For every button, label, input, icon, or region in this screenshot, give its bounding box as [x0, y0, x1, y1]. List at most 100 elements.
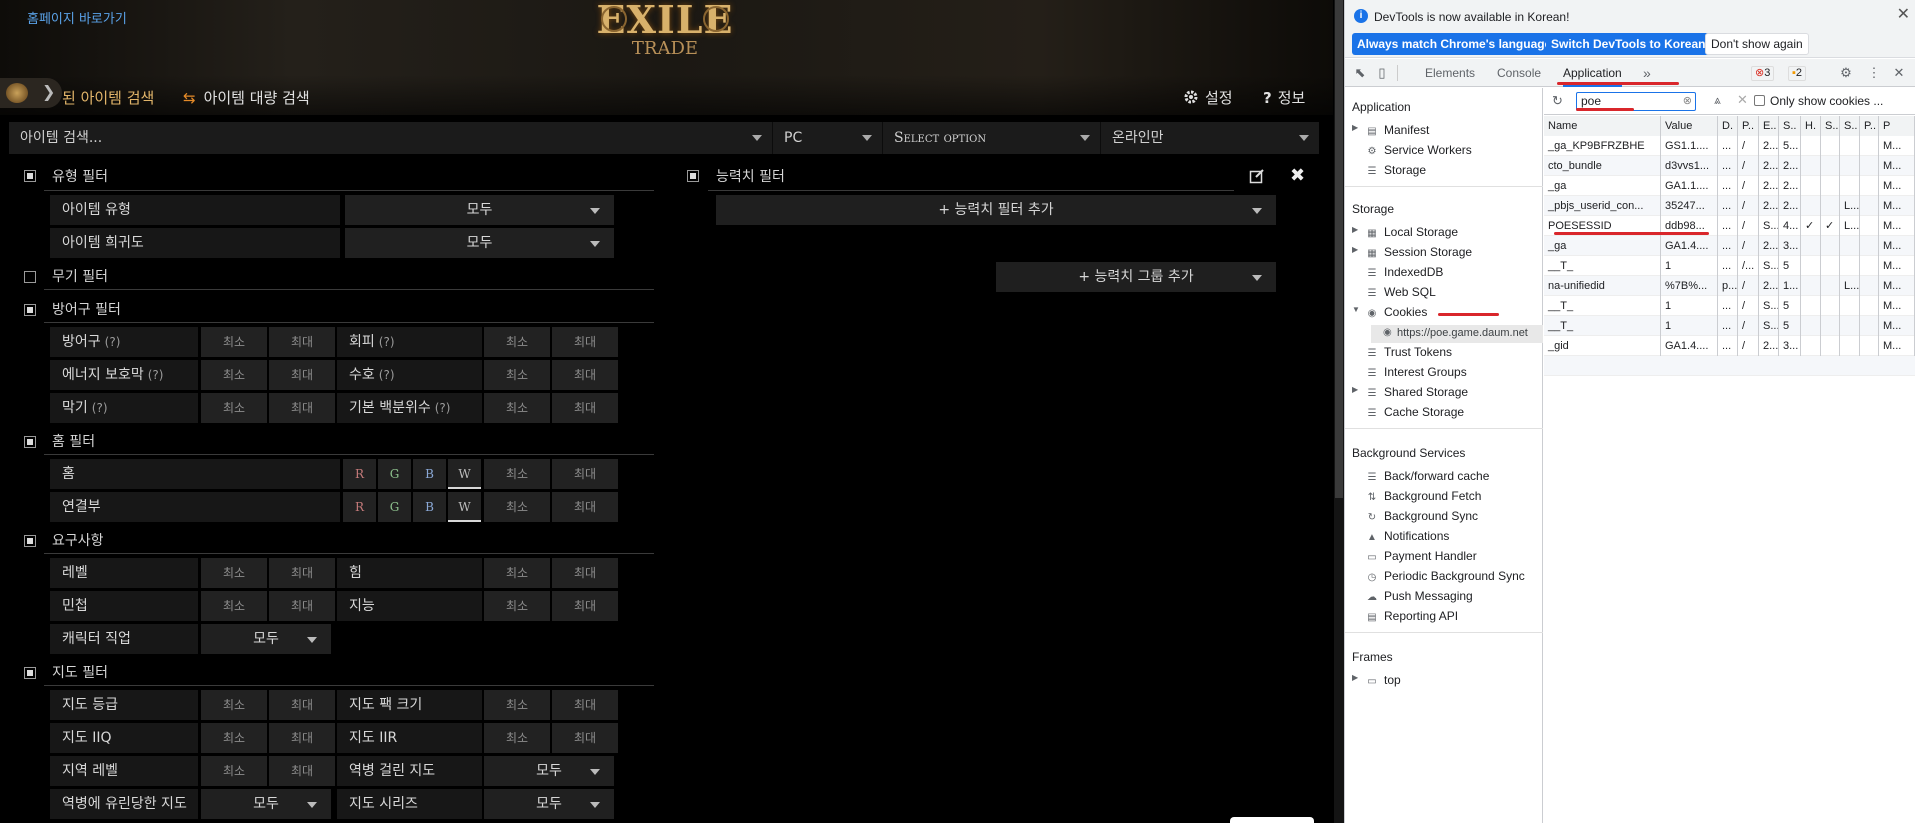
help-tooltip[interactable]: (?) [379, 368, 395, 382]
ward-min-input[interactable]: 최소 [484, 360, 550, 390]
armour-filter-toggle[interactable] [24, 304, 36, 316]
sockets-green-input[interactable]: G [378, 459, 411, 489]
sidebar-item-cache-storage[interactable]: ☰ Cache Storage [1366, 405, 1465, 419]
area-level-max-input[interactable]: 최대 [269, 756, 335, 786]
online-status-select[interactable]: 온라인만 [1101, 122, 1319, 154]
cookie-row[interactable]: _ga GA1.4......./2... 3... M... [1544, 236, 1915, 256]
settings-button[interactable]: 설정 [1183, 87, 1233, 108]
dexterity-max-input[interactable]: 최대 [269, 591, 335, 621]
links-white-input[interactable]: W [448, 492, 481, 522]
expand-arrow-icon[interactable]: ▶ [1352, 673, 1358, 682]
intelligence-max-input[interactable]: 최대 [552, 591, 618, 621]
cookie-row[interactable]: _pbjs_userid_con... 35247....../2... 2... L… [1544, 196, 1915, 216]
intelligence-min-input[interactable]: 최소 [484, 591, 550, 621]
league-select[interactable]: Select option [883, 122, 1101, 154]
sidebar-item-storage[interactable]: ☰ Storage [1366, 163, 1427, 177]
edit-icon[interactable] [1249, 168, 1265, 184]
sidebar-item-interest-groups[interactable]: ☰ Interest Groups [1366, 365, 1467, 379]
weapon-filter-toggle[interactable] [24, 271, 36, 283]
tab-bulk-search[interactable]: ⇆ 아이템 대량 검색 [183, 87, 310, 113]
map-pack-size-min-input[interactable]: 최소 [484, 690, 550, 720]
sidebar-item-web-sql[interactable]: ☰ Web SQL [1366, 285, 1436, 299]
tab-elements[interactable]: Elements [1425, 59, 1475, 87]
cookie-row[interactable]: _ga_KP9BFRZBHE GS1.1......./2... 5... M... [1544, 136, 1915, 156]
sidebar-item-reporting-api[interactable]: ▤ Reporting API [1366, 609, 1458, 623]
column-header[interactable]: P.. [1860, 116, 1879, 136]
column-header[interactable]: S.. [1821, 116, 1840, 136]
sockets-max-input[interactable]: 최대 [552, 459, 618, 489]
match-language-button[interactable]: Always match Chrome's language [1352, 33, 1557, 55]
column-header[interactable]: Value [1661, 116, 1718, 136]
cookie-row[interactable]: __T_ 1.../... S... 5 M... [1544, 256, 1915, 276]
clear-input-icon[interactable]: ⊗ [1683, 93, 1692, 110]
blighted-map-select[interactable]: 모두 [484, 756, 614, 786]
sidebar-item-shared-storage[interactable]: ▶ ☰ Shared Storage [1352, 385, 1468, 399]
help-tooltip[interactable]: (?) [92, 401, 108, 415]
account-avatar-button[interactable]: ❯ [0, 78, 62, 108]
homepage-link[interactable]: 홈페이지 바로가기 [27, 8, 127, 27]
energy-shield-max-input[interactable]: 최대 [269, 360, 335, 390]
column-header[interactable]: P.. [1738, 116, 1759, 136]
strength-min-input[interactable]: 최소 [484, 558, 550, 588]
level-min-input[interactable]: 최소 [201, 558, 267, 588]
filter-icon[interactable]: ⩓ [1714, 93, 1721, 108]
type-filter-toggle[interactable] [24, 170, 36, 182]
sidebar-item-push-messaging[interactable]: ☁ Push Messaging [1366, 589, 1473, 603]
ward-max-input[interactable]: 최대 [552, 360, 618, 390]
sidebar-item-payment-handler[interactable]: ▭ Payment Handler [1366, 549, 1476, 563]
add-stat-group-button[interactable]: + 능력치 그룹 추가 [996, 262, 1276, 292]
map-filter-toggle[interactable] [24, 667, 36, 679]
sockets-white-input[interactable]: W [448, 459, 481, 489]
switch-language-button[interactable]: Switch DevTools to Korean [1546, 33, 1711, 55]
kebab-menu-icon[interactable]: ⋮ [1867, 66, 1881, 80]
links-blue-input[interactable]: B [413, 492, 446, 522]
cookie-row[interactable]: __T_ 1... / S... 5 M... [1544, 296, 1915, 316]
cookie-row[interactable]: __T_ 1... / S... 5 M... [1544, 316, 1915, 336]
sidebar-item-cookie-host[interactable]: ◉ https://poe.game.daum.net [1371, 325, 1543, 343]
block-min-input[interactable]: 최소 [201, 393, 267, 423]
about-button[interactable]: ? 정보 [1263, 87, 1305, 108]
inspect-icon[interactable]: ⬉ [1353, 66, 1367, 80]
strength-max-input[interactable]: 최대 [552, 558, 618, 588]
dexterity-min-input[interactable]: 최소 [201, 591, 267, 621]
links-green-input[interactable]: G [378, 492, 411, 522]
sockets-min-input[interactable]: 최소 [484, 459, 550, 489]
platform-select[interactable]: PC [773, 122, 883, 154]
cookie-row[interactable]: _gid GA1.4......./2... 3... M... [1544, 336, 1915, 356]
column-header[interactable]: E.. [1759, 116, 1779, 136]
sidebar-item-indexeddb[interactable]: ☰ IndexedDB [1366, 265, 1444, 279]
level-max-input[interactable]: 최대 [269, 558, 335, 588]
sidebar-item-periodic-sync[interactable]: ◷ Periodic Background Sync [1366, 569, 1525, 583]
expand-arrow-icon[interactable]: ▶ [1352, 385, 1358, 394]
help-tooltip[interactable]: (?) [435, 401, 451, 415]
gear-icon[interactable]: ⚙ [1839, 66, 1853, 80]
refresh-icon[interactable]: ↻ [1552, 93, 1563, 109]
warning-count-badge[interactable]: ▪2 [1788, 66, 1807, 81]
sidebar-item-background-fetch[interactable]: ⇅ Background Fetch [1366, 489, 1482, 503]
sidebar-item-bfcache[interactable]: ☰ Back/forward cache [1366, 469, 1490, 483]
help-tooltip[interactable]: (?) [379, 335, 395, 349]
links-min-input[interactable]: 최소 [484, 492, 550, 522]
evasion-min-input[interactable]: 최소 [484, 327, 550, 357]
sidebar-item-local-storage[interactable]: ▶ ▦ Local Storage [1352, 225, 1458, 239]
base-percentile-min-input[interactable]: 최소 [484, 393, 550, 423]
sidebar-item-trust-tokens[interactable]: ☰ Trust Tokens [1366, 345, 1453, 359]
error-count-badge[interactable]: ⊗3 [1751, 66, 1775, 81]
sidebar-item-service-workers[interactable]: ⚙ Service Workers [1366, 143, 1472, 157]
map-iiq-min-input[interactable]: 최소 [201, 723, 267, 753]
tab-item-search[interactable]: 된 아이템 검색 [62, 87, 154, 113]
column-header[interactable]: S.. [1779, 116, 1801, 136]
expand-arrow-icon[interactable]: ▶ [1352, 225, 1358, 234]
sidebar-item-cookies[interactable]: ▼ ◉ Cookies [1352, 305, 1427, 319]
sidebar-item-background-sync[interactable]: ↻ Background Sync [1366, 509, 1478, 523]
map-pack-size-max-input[interactable]: 최대 [552, 690, 618, 720]
requirements-filter-toggle[interactable] [24, 535, 36, 547]
map-tier-min-input[interactable]: 최소 [201, 690, 267, 720]
block-max-input[interactable]: 최대 [269, 393, 335, 423]
links-red-input[interactable]: R [343, 492, 376, 522]
armour-min-input[interactable]: 최소 [201, 327, 267, 357]
expand-arrow-icon[interactable]: ▶ [1352, 123, 1358, 132]
energy-shield-min-input[interactable]: 최소 [201, 360, 267, 390]
links-max-input[interactable]: 최대 [552, 492, 618, 522]
item-search-input[interactable]: 아이템 검색... [9, 122, 773, 154]
